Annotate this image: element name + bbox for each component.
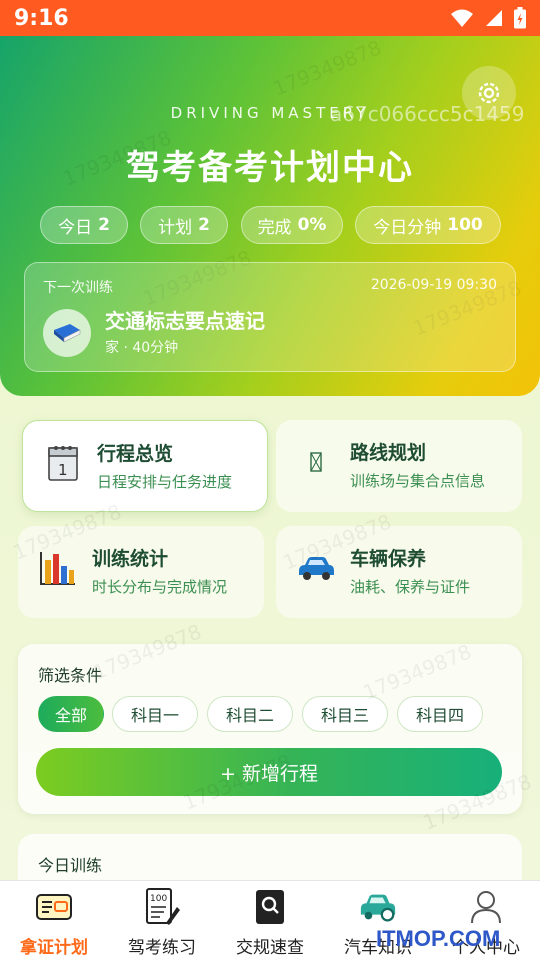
feature-title: 行程总览 bbox=[97, 443, 174, 465]
add-schedule-button[interactable]: + 新增行程 bbox=[36, 748, 502, 796]
feature-subtitle: 油耗、保养与证件 bbox=[350, 578, 471, 596]
svg-text:1: 1 bbox=[58, 461, 68, 479]
filter-chip-subject-2[interactable]: 科目二 bbox=[207, 696, 293, 732]
filter-chip-all[interactable]: 全部 bbox=[38, 696, 104, 732]
user-icon bbox=[466, 887, 506, 927]
filter-chip-subject-4[interactable]: 科目四 bbox=[397, 696, 483, 732]
feature-title: 训练统计 bbox=[92, 548, 169, 570]
exam-paper-icon: 100 bbox=[142, 887, 182, 927]
feature-route-planning[interactable]: 路线规划 训练场与集合点信息 bbox=[276, 420, 522, 512]
calendar-icon: 1 bbox=[43, 443, 83, 483]
book-icon bbox=[43, 309, 91, 357]
nav-label: 拿证计划 bbox=[20, 938, 88, 958]
stat-plan: 计划 2 bbox=[140, 206, 228, 244]
license-icon bbox=[34, 887, 74, 927]
stat-label: 完成 bbox=[257, 217, 292, 238]
watermark: 179349878 bbox=[269, 36, 385, 101]
page-title: 驾考备考计划中心 bbox=[126, 148, 414, 188]
search-book-icon bbox=[250, 887, 290, 927]
next-training-card[interactable]: 下一次训练 2026-09-19 09:30 交通标志要点速记 家 · 40分钟 bbox=[24, 262, 516, 372]
stat-label: 今日分钟 bbox=[373, 217, 442, 238]
filter-card: 筛选条件 全部 科目一 科目二 科目三 科目四 + 新增行程 bbox=[18, 644, 522, 814]
feature-vehicle-maintenance[interactable]: 车辆保养 油耗、保养与证件 bbox=[276, 526, 522, 618]
today-training-title: 今日训练 bbox=[38, 856, 103, 875]
stat-value: 2 bbox=[98, 215, 110, 235]
battery-icon bbox=[514, 7, 526, 29]
feature-title: 车辆保养 bbox=[350, 548, 427, 570]
status-bar: 9:16 bbox=[0, 0, 540, 36]
hero-banner: 179349878 179349878 179349878 179349878 … bbox=[0, 36, 540, 396]
stat-value: 100 bbox=[447, 215, 483, 235]
next-training-time: 2026-09-19 09:30 bbox=[370, 277, 497, 293]
nav-label: 驾考练习 bbox=[128, 938, 196, 958]
feature-subtitle: 日程安排与任务进度 bbox=[97, 473, 233, 491]
next-training-meta: 家 · 40分钟 bbox=[105, 340, 179, 356]
feature-subtitle: 训练场与集合点信息 bbox=[350, 472, 486, 490]
svg-text:100: 100 bbox=[150, 894, 167, 904]
feature-schedule-overview[interactable]: 1 行程总览 日程安排与任务进度 bbox=[22, 420, 268, 512]
nav-license-plan[interactable]: 拿证计划 bbox=[0, 881, 108, 960]
feature-title: 路线规划 bbox=[350, 442, 427, 464]
site-watermark: ITMOP.COM bbox=[376, 926, 501, 951]
nav-traffic-rules[interactable]: 交规速查 bbox=[216, 881, 324, 960]
filter-chip-subject-1[interactable]: 科目一 bbox=[112, 696, 198, 732]
stat-minutes: 今日分钟 100 bbox=[355, 206, 501, 244]
feature-training-stats[interactable]: 训练统计 时长分布与完成情况 bbox=[18, 526, 264, 618]
map-icon bbox=[296, 442, 336, 482]
bar-chart-icon bbox=[38, 548, 78, 588]
filter-chip-subject-3[interactable]: 科目三 bbox=[302, 696, 388, 732]
filter-title: 筛选条件 bbox=[38, 666, 103, 685]
status-time: 9:16 bbox=[14, 5, 69, 31]
feature-subtitle: 时长分布与完成情况 bbox=[92, 578, 228, 596]
car-search-icon bbox=[358, 887, 398, 927]
nav-label: 交规速查 bbox=[236, 938, 304, 958]
wifi-icon bbox=[451, 9, 473, 27]
stats-row: 今日 2 计划 2 完成 0% 今日分钟 100 bbox=[0, 206, 540, 244]
device-hash: a67c066ccc5c1459 bbox=[330, 102, 525, 126]
stat-today: 今日 2 bbox=[40, 206, 128, 244]
car-icon bbox=[296, 548, 336, 588]
stat-label: 今日 bbox=[58, 217, 93, 238]
next-training-label: 下一次训练 bbox=[43, 280, 113, 296]
stat-value: 2 bbox=[198, 215, 210, 235]
nav-exam-practice[interactable]: 100 驾考练习 bbox=[108, 881, 216, 960]
status-icons bbox=[450, 7, 526, 29]
stat-label: 计划 bbox=[158, 217, 193, 238]
next-training-title: 交通标志要点速记 bbox=[105, 309, 265, 333]
signal-icon bbox=[486, 10, 502, 26]
stat-complete: 完成 0% bbox=[241, 206, 343, 244]
stat-value: 0% bbox=[297, 215, 327, 235]
